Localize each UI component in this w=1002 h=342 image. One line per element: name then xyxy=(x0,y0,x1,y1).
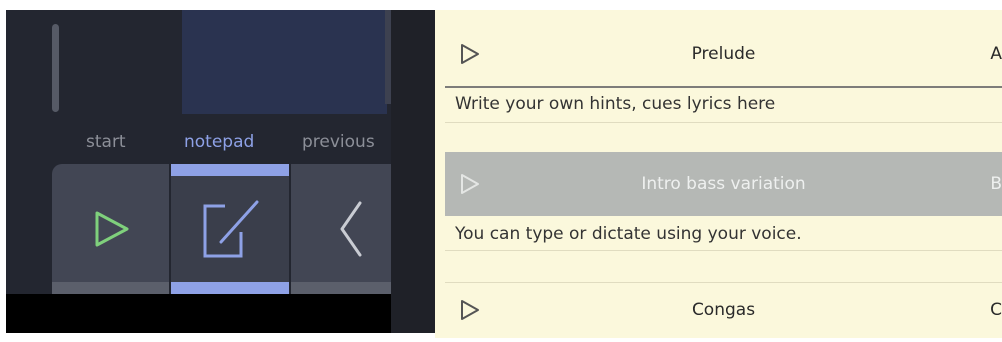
tab-previous[interactable]: previous xyxy=(302,130,391,154)
control-panel: start notepad previous xyxy=(0,0,435,338)
notepad-button-base xyxy=(171,282,289,294)
note-line xyxy=(445,250,1002,251)
previous-button[interactable] xyxy=(291,164,391,294)
left-edge xyxy=(0,0,6,338)
notepad-edit-icon xyxy=(203,200,259,258)
cue-note[interactable]: Write your own hints, cues lyrics here xyxy=(455,90,775,118)
cue-letter: A xyxy=(990,44,1002,64)
bottom-strip xyxy=(0,333,435,338)
tab-notepad[interactable]: notepad xyxy=(184,130,254,154)
start-button-base xyxy=(52,282,169,294)
cue-row-c[interactable]: Congas C xyxy=(445,278,1002,342)
cue-divider xyxy=(445,86,1002,88)
cue-note[interactable]: You can type or dictate using your voice… xyxy=(455,220,802,248)
notepad-active-indicator xyxy=(171,164,289,176)
previous-button-base xyxy=(291,282,391,294)
cue-list: Prelude A Write your own hints, cues lyr… xyxy=(435,10,1002,338)
cue-title: Intro bass variation xyxy=(641,174,806,194)
note-line xyxy=(445,122,1002,123)
cue-letter: B xyxy=(990,174,1002,194)
cue-row-b[interactable]: Intro bass variation B xyxy=(445,152,1002,216)
cue-title: Congas xyxy=(691,300,756,320)
cue-row-a[interactable]: Prelude A xyxy=(445,22,1002,86)
top-strip xyxy=(0,0,435,10)
start-button[interactable] xyxy=(52,164,169,294)
play-icon xyxy=(95,211,128,247)
chevron-left-icon xyxy=(340,201,362,257)
panel-floor xyxy=(6,294,391,333)
notepad-preview[interactable] xyxy=(182,10,387,114)
volume-slider[interactable] xyxy=(52,24,59,112)
cue-letter: C xyxy=(990,300,1002,320)
tab-start[interactable]: start xyxy=(86,130,126,154)
cue-title: Prelude xyxy=(691,44,756,64)
panel-gutter xyxy=(391,10,435,333)
notepad-button[interactable] xyxy=(171,164,289,294)
